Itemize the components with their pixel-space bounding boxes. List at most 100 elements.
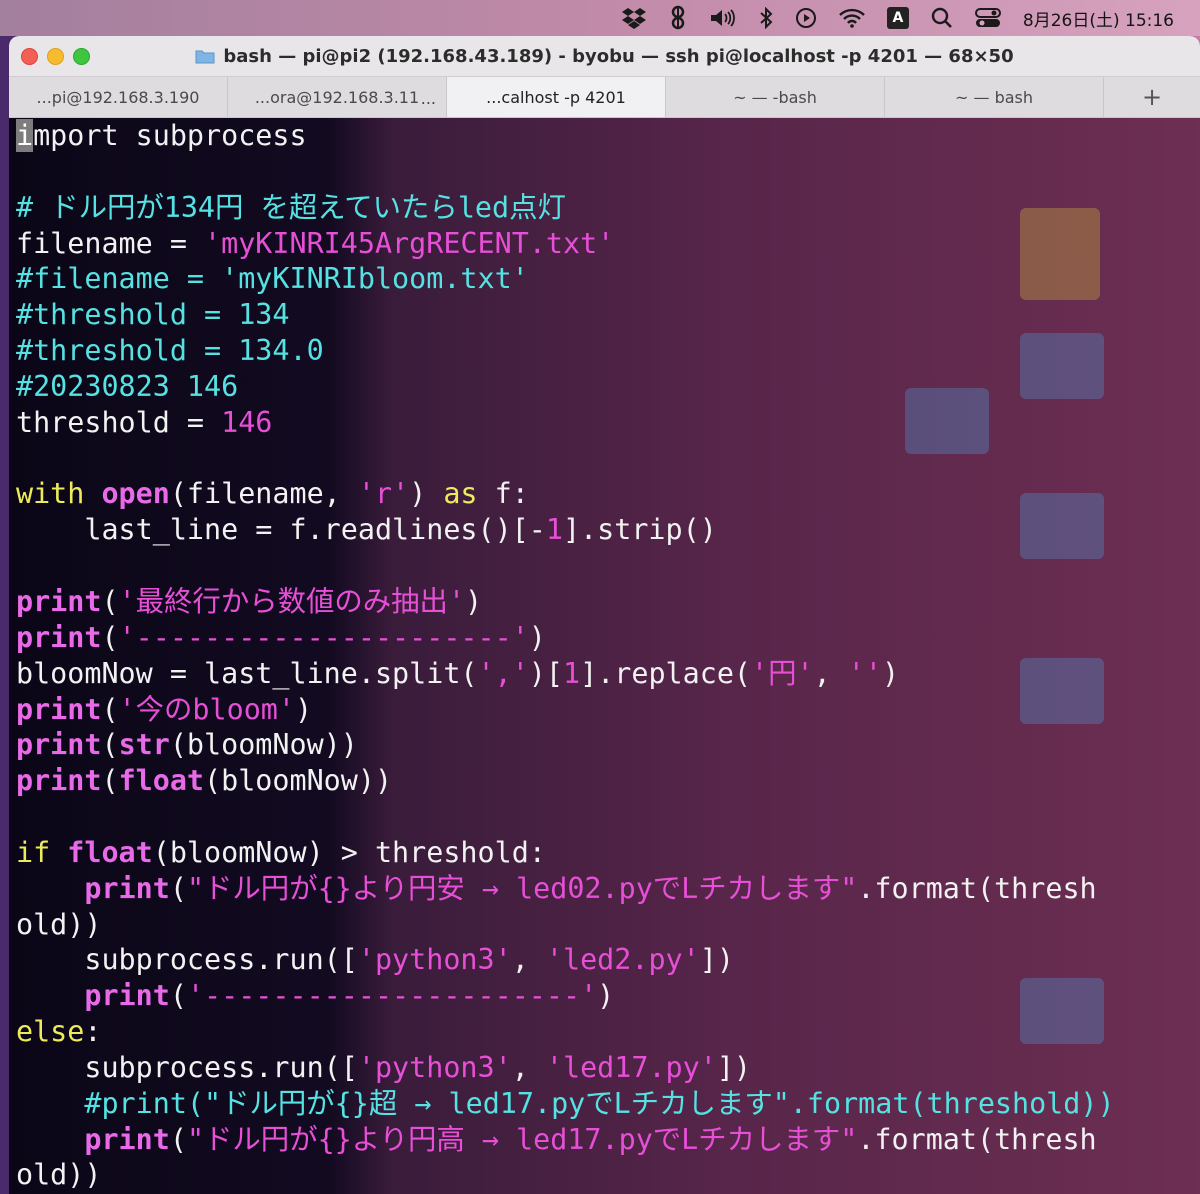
code-token: (filename,: [169, 477, 358, 511]
code-token: ].strip(): [562, 513, 717, 547]
code-line: #20230823 146: [16, 369, 1200, 405]
code-token: 'led2.py': [545, 943, 700, 977]
code-token: '----------------------': [118, 620, 529, 654]
code-token: ): [409, 477, 444, 511]
code-token: '円': [751, 656, 814, 690]
code-line: threshold = 146: [16, 405, 1200, 441]
code-token: #20230823 146: [16, 369, 239, 403]
tab-3[interactable]: ~ — -bash: [666, 77, 885, 117]
code-token: float: [118, 764, 205, 798]
code-token: :: [84, 1015, 102, 1049]
code-line: #threshold = 134.0: [16, 333, 1200, 369]
code-token: # ドル円が134円 を超えていたらled点灯: [16, 190, 566, 224]
evernote-icon[interactable]: [669, 5, 687, 30]
play-icon[interactable]: [795, 6, 817, 30]
traffic-lights: [21, 47, 90, 65]
code-token: print: [16, 692, 102, 726]
code-token: ): [597, 979, 615, 1013]
terminal-content[interactable]: import subprocess # ドル円が134円 を超えていたらled点…: [9, 118, 1200, 1194]
bluetooth-icon[interactable]: [759, 6, 773, 30]
menu-bar: A 8月26日(土) 15:16: [0, 0, 1200, 36]
code-token: ]): [716, 1050, 752, 1084]
code-token: str: [118, 728, 170, 762]
code-token: print: [84, 979, 170, 1013]
code-line: subprocess.run(['python3', 'led2.py']): [16, 942, 1200, 978]
code-token: else: [16, 1015, 85, 1049]
code-token: open: [101, 477, 170, 511]
code-token: as: [443, 477, 478, 511]
code-token: '最終行から数値のみ抽出': [118, 584, 466, 618]
dropbox-icon[interactable]: [621, 6, 647, 30]
minimize-button[interactable]: [47, 47, 64, 65]
code-token: (: [169, 871, 187, 905]
code-token: ): [465, 584, 483, 618]
code-token: '----------------------': [186, 979, 598, 1013]
code-token: "ドル円が{}より円高 → led17.pyでLチカします": [186, 1122, 858, 1156]
code-line: #filename = 'myKINRIbloom.txt': [16, 261, 1200, 297]
code-token: 'python3': [357, 943, 512, 977]
code-token: old)): [16, 1158, 102, 1192]
code-token: "ドル円が{}より円安 → led02.pyでLチカします": [186, 871, 858, 905]
code-token: print: [16, 620, 102, 654]
code-token: print: [84, 871, 170, 905]
code-token: '': [847, 656, 882, 690]
code-token: ,: [813, 656, 848, 690]
menu-clock[interactable]: 8月26日(土) 15:16: [1023, 6, 1174, 31]
search-icon[interactable]: [931, 6, 953, 30]
code-token: ]): [699, 943, 734, 977]
code-line: print('----------------------'): [16, 978, 1200, 1014]
code-token: #threshold = 134: [16, 298, 290, 332]
code-token: f:: [477, 477, 529, 511]
code-line: print(str(bloomNow)): [16, 727, 1200, 763]
code-line: # ドル円が134円 を超えていたらled点灯: [16, 190, 1200, 226]
terminal-window: bash — pi@pi2 (192.168.43.189) - byobu —…: [9, 36, 1200, 1194]
code-token: (: [101, 728, 119, 762]
add-tab-button[interactable]: +: [1104, 77, 1200, 117]
code-token: ): [528, 620, 546, 654]
code-line: filename = 'myKINRI45ArgRECENT.txt': [16, 226, 1200, 262]
tab-2[interactable]: ...calhost -p 4201: [447, 77, 666, 117]
code-editor[interactable]: import subprocess # ドル円が134円 を超えていたらled点…: [9, 118, 1200, 1193]
code-token: (bloomNow)): [204, 764, 393, 798]
code-line: with open(filename, 'r') as f:: [16, 476, 1200, 512]
code-token: (bloomNow) > threshold:: [152, 835, 546, 869]
wifi-icon[interactable]: [839, 6, 865, 30]
control-center-icon[interactable]: [974, 6, 1001, 30]
tab-overflow-indicator: ...: [420, 89, 436, 108]
tab-label: ...calhost -p 4201: [486, 87, 626, 107]
input-source-icon[interactable]: A: [886, 6, 909, 30]
tab-label: ~ — -bash: [733, 87, 817, 107]
code-line: print(float(bloomNow)): [16, 763, 1200, 799]
text-cursor: i: [16, 119, 34, 152]
tab-1[interactable]: ...ora@192.168.3.11...: [228, 77, 447, 117]
code-token: 'python3': [357, 1050, 512, 1084]
code-token: '今のbloom': [118, 692, 295, 726]
code-token: ,: [511, 1050, 546, 1084]
window-titlebar[interactable]: bash — pi@pi2 (192.168.43.189) - byobu —…: [9, 36, 1200, 77]
code-token: 'myKINRI45ArgRECENT.txt': [204, 226, 615, 260]
tab-0[interactable]: ...pi@192.168.3.190: [9, 77, 228, 117]
code-token: old)): [16, 907, 102, 941]
code-token: bloomNow = last_line.split(: [16, 656, 478, 690]
code-token: with: [16, 477, 85, 511]
tab-label: ~ — bash: [954, 87, 1033, 107]
code-token: 'r': [357, 477, 410, 511]
code-line: #print("ドル円が{}超 → led17.pyでLチカします".forma…: [16, 1086, 1200, 1122]
zoom-button[interactable]: [73, 47, 90, 65]
tab-4[interactable]: ~ — bash: [885, 77, 1104, 117]
code-token: #filename = 'myKINRIbloom.txt': [16, 262, 529, 296]
tab-label: ...pi@192.168.3.190: [36, 87, 200, 107]
code-token: ): [881, 656, 900, 690]
code-line: print("ドル円が{}より円安 → led02.pyでLチカします".for…: [16, 871, 1200, 907]
volume-icon[interactable]: [709, 6, 737, 30]
close-button[interactable]: [21, 47, 38, 65]
window-title: bash — pi@pi2 (192.168.43.189) - byobu —…: [223, 45, 1014, 67]
